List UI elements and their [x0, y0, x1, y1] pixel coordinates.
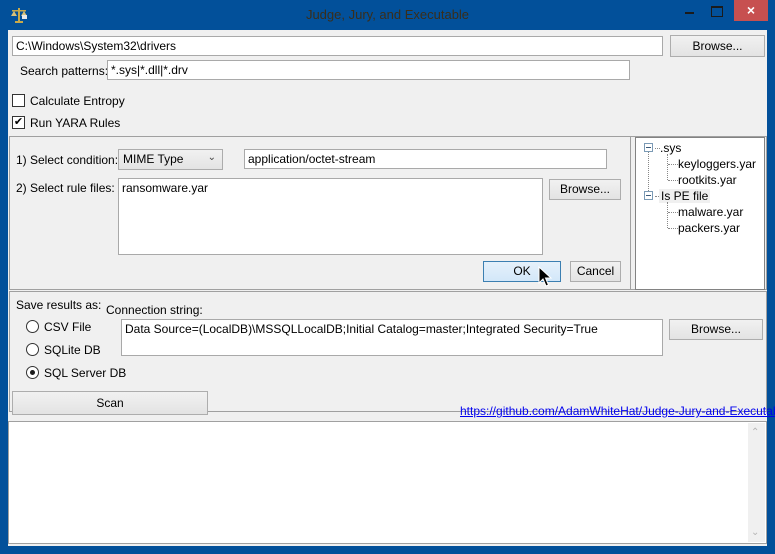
path-browse-button[interactable]: Browse...	[670, 35, 765, 57]
save-results-label: Save results as:	[16, 298, 102, 312]
rule-files-textarea[interactable]: ransomware.yar	[118, 178, 543, 255]
condition-value-input[interactable]: application/octet-stream	[244, 149, 607, 169]
tree-node-sys[interactable]: .sys	[660, 141, 681, 155]
window-title: Judge, Jury, and Executable	[305, 7, 470, 22]
tree-line	[668, 228, 678, 229]
tree-line	[668, 164, 678, 165]
search-patterns-label: Search patterns:	[20, 64, 109, 78]
path-input[interactable]: C:\Windows\System32\drivers	[12, 36, 663, 56]
csv-file-radio[interactable]	[26, 320, 39, 333]
select-rule-files-label: 2) Select rule files:	[16, 181, 115, 195]
sqlite-db-radio[interactable]	[26, 343, 39, 356]
app-window: Judge, Jury, and Executable × C:\Windows…	[0, 0, 775, 554]
sql-server-db-radio[interactable]	[26, 366, 39, 379]
condition-select[interactable]: MIME Type ⌄	[118, 149, 223, 170]
tree-line	[668, 212, 678, 213]
run-yara-label: Run YARA Rules	[30, 116, 121, 130]
run-yara-checkbox[interactable]: ✔	[12, 116, 25, 129]
title-bar[interactable]: Judge, Jury, and Executable ×	[0, 0, 775, 30]
scan-button[interactable]: Scan	[12, 391, 208, 415]
connection-string-label: Connection string:	[106, 303, 203, 317]
search-patterns-input[interactable]: *.sys|*.dll|*.drv	[107, 60, 630, 80]
rule-tree-panel: .sys keyloggers.yar rootkits.yar Is PE f…	[630, 136, 767, 290]
rule-files-browse-button[interactable]: Browse...	[549, 179, 621, 200]
tree-node-packers[interactable]: packers.yar	[678, 221, 740, 235]
close-icon: ×	[746, 2, 756, 18]
connection-browse-button[interactable]: Browse...	[669, 319, 763, 340]
tree-line	[667, 202, 668, 228]
tree-line	[667, 154, 668, 180]
client-area: C:\Windows\System32\drivers Browse... Se…	[8, 30, 775, 546]
github-link[interactable]: https://github.com/AdamWhiteHat/Judge-Ju…	[460, 404, 775, 418]
csv-file-label: CSV File	[44, 320, 92, 334]
chevron-down-icon: ⌄	[207, 152, 216, 163]
rule-tree[interactable]: .sys keyloggers.yar rootkits.yar Is PE f…	[635, 137, 765, 290]
mouse-cursor-icon	[538, 266, 553, 287]
tree-node-rootkits[interactable]: rootkits.yar	[678, 173, 737, 187]
output-scrollbar[interactable]: ⌃ ⌄	[748, 423, 765, 542]
tree-node-is-pe-file[interactable]: Is PE file	[659, 189, 711, 203]
collapse-icon[interactable]	[644, 143, 653, 152]
scroll-down-icon[interactable]: ⌄	[751, 527, 759, 538]
collapse-icon[interactable]	[644, 191, 653, 200]
select-condition-label: 1) Select condition:	[16, 153, 119, 167]
tree-node-keyloggers[interactable]: keyloggers.yar	[678, 157, 756, 171]
scroll-up-icon[interactable]: ⌃	[751, 427, 759, 438]
tree-node-malware[interactable]: malware.yar	[678, 205, 743, 219]
output-textarea[interactable]: ⌃ ⌄	[8, 421, 767, 544]
minimize-button[interactable]	[676, 0, 703, 21]
connection-string-input[interactable]: Data Source=(LocalDB)\MSSQLLocalDB;Initi…	[121, 319, 663, 356]
sqlite-db-label: SQLite DB	[44, 343, 101, 357]
tree-line	[668, 180, 678, 181]
close-button[interactable]: ×	[734, 0, 768, 21]
calculate-entropy-label: Calculate Entropy	[30, 94, 125, 108]
calculate-entropy-checkbox[interactable]	[12, 94, 25, 107]
sql-server-db-label: SQL Server DB	[44, 366, 127, 380]
maximize-button[interactable]	[703, 0, 730, 21]
condition-selected-value: MIME Type	[123, 152, 184, 166]
cancel-button[interactable]: Cancel	[570, 261, 621, 282]
check-icon: ✔	[13, 116, 24, 128]
